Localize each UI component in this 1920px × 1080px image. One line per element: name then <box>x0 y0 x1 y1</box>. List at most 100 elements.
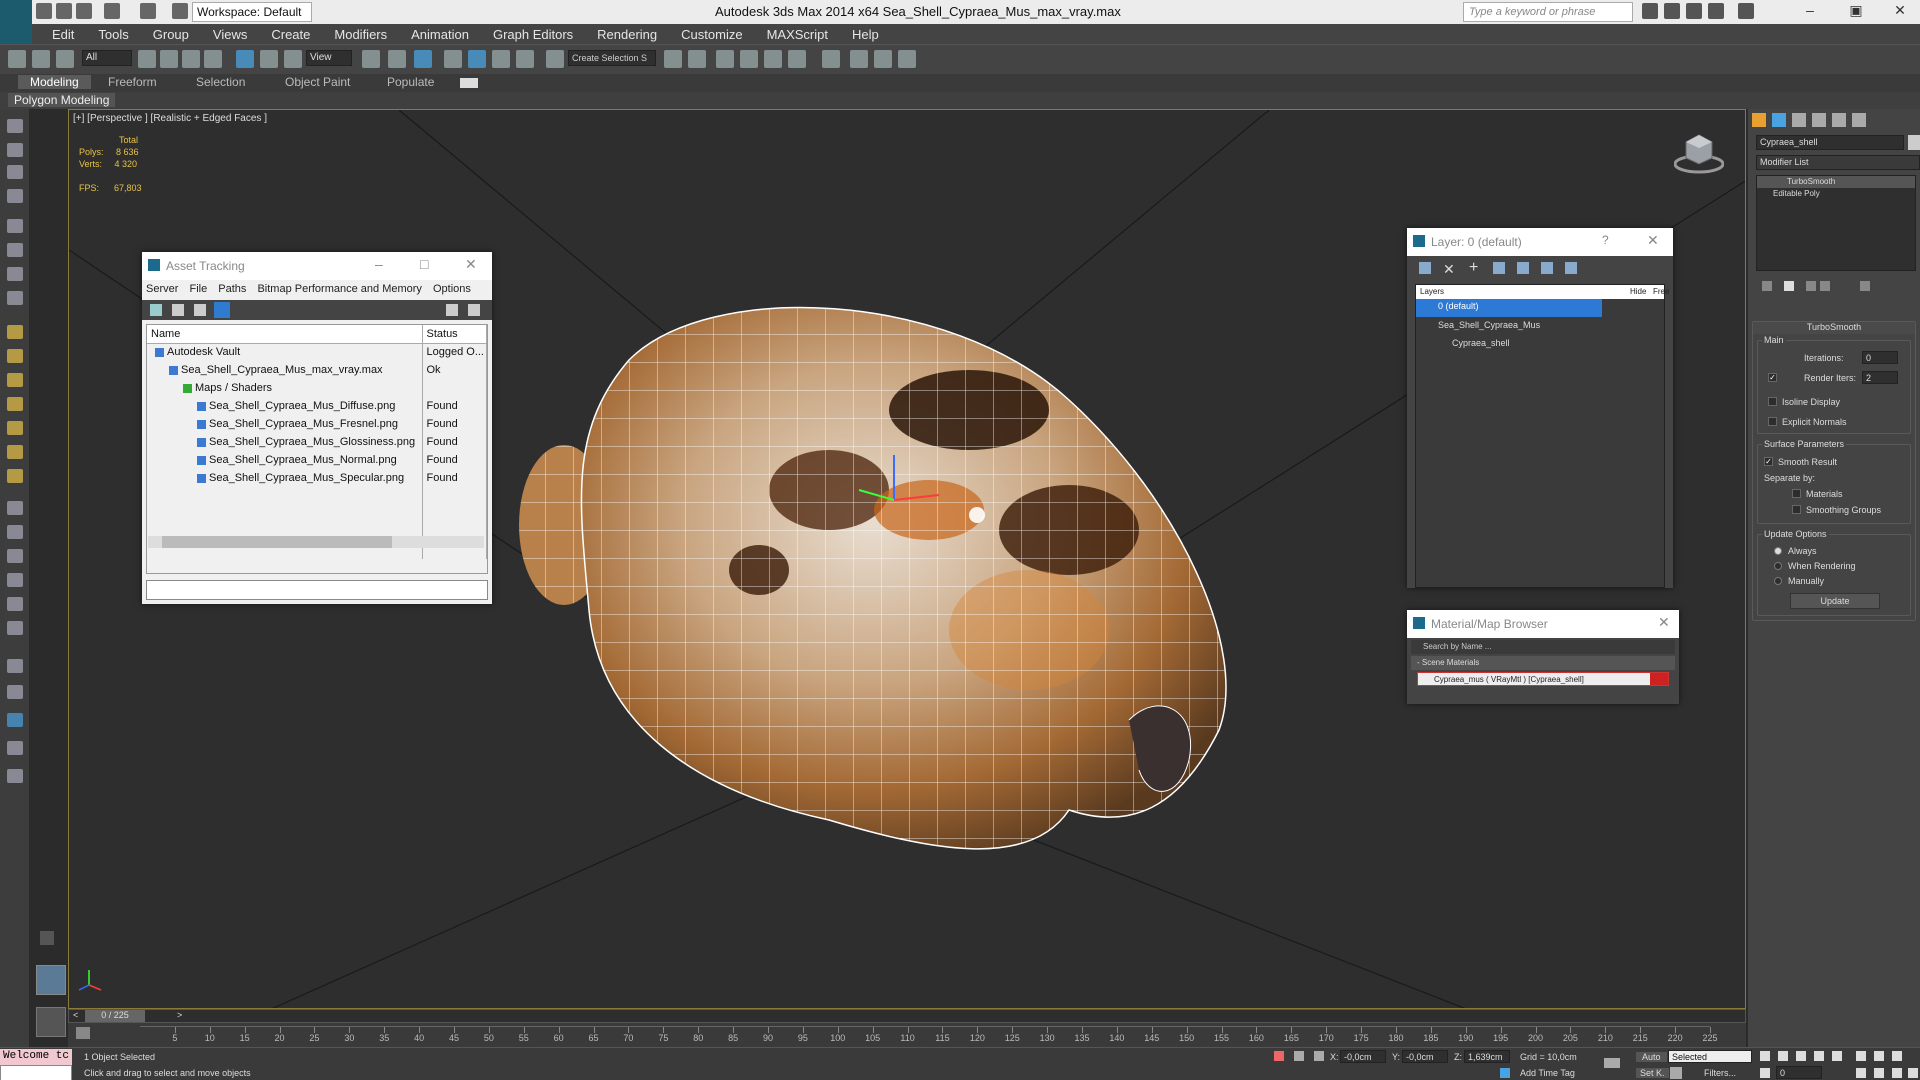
select-by-name-icon[interactable] <box>160 50 178 68</box>
hide-all-layers-icon[interactable] <box>1541 262 1553 274</box>
zoom-extents-icon[interactable] <box>1892 1051 1902 1061</box>
z-coordinate-field[interactable]: 1,639cm <box>1464 1050 1510 1063</box>
menu-customize[interactable]: Customize <box>669 24 754 44</box>
restore-button[interactable]: ▣ <box>1836 2 1876 22</box>
asset-name-cell[interactable]: Autodesk Vault <box>147 343 423 361</box>
info-tool-icon[interactable] <box>7 769 23 783</box>
viewport-layout-icon[interactable] <box>36 965 66 995</box>
settings-icon[interactable] <box>468 304 480 316</box>
table-row[interactable]: Sea_Shell_Cypraea_Mus_Normal.png Found <box>147 451 487 469</box>
menu-bitmap-performance[interactable]: Bitmap Performance and Memory <box>257 283 421 295</box>
tab-polygon-modeling[interactable]: Polygon Modeling <box>8 93 116 107</box>
camera-tool-icon[interactable] <box>7 243 23 257</box>
smoothing-groups-checkbox[interactable] <box>1792 505 1801 514</box>
reactor-tool-icon[interactable] <box>7 597 23 611</box>
modifier-list-dropdown[interactable]: Modifier List <box>1756 155 1920 170</box>
asset-name-cell[interactable]: Sea_Shell_Cypraea_Mus_Fresnel.png <box>147 415 423 433</box>
geosphere-primitive-icon[interactable] <box>7 445 23 459</box>
table-view-icon[interactable] <box>214 302 230 318</box>
asset-name-cell[interactable]: Sea_Shell_Cypraea_Mus_Glossiness.png <box>147 433 423 451</box>
table-row[interactable]: Maps / Shaders <box>147 379 487 397</box>
layer-window-titlebar[interactable]: Layer: 0 (default) ? ✕ <box>1407 228 1673 256</box>
named-selection-set-dropdown[interactable]: Create Selection S <box>568 50 656 66</box>
display-tab-icon[interactable] <box>1832 113 1846 127</box>
menu-file[interactable]: File <box>189 283 207 295</box>
hierarchy-tool-icon[interactable] <box>7 189 23 203</box>
play-icon[interactable] <box>1796 1051 1806 1061</box>
utilities-tab-icon[interactable] <box>1852 113 1866 127</box>
update-button[interactable]: Update <box>1790 593 1880 609</box>
menu-graph-editors[interactable]: Graph Editors <box>481 24 585 44</box>
isoline-display-checkbox[interactable] <box>1768 397 1777 406</box>
box-primitive-icon[interactable] <box>7 325 23 339</box>
minimize-button[interactable]: – <box>375 256 383 272</box>
list-view-icon[interactable] <box>172 304 184 316</box>
maxscript-output-field[interactable] <box>0 1065 72 1080</box>
material-search-input[interactable]: Search by Name ... <box>1411 640 1675 654</box>
ribbon-options-icon[interactable] <box>460 78 478 88</box>
rendered-frame-window-icon[interactable] <box>874 50 892 68</box>
menu-create[interactable]: Create <box>259 24 322 44</box>
rollout-title[interactable]: TurboSmooth <box>1753 322 1915 334</box>
close-button[interactable]: ✕ <box>1880 2 1920 22</box>
horizontal-scrollbar[interactable] <box>148 536 484 548</box>
pivot-center-icon[interactable] <box>362 50 380 68</box>
configure-sets-icon[interactable] <box>1860 281 1870 291</box>
project-folder-icon[interactable] <box>172 3 188 19</box>
stack-item-editable-poly[interactable]: Editable Poly <box>1757 188 1915 200</box>
orbit-icon[interactable] <box>1892 1068 1902 1078</box>
scene-materials-section[interactable]: - Scene Materials <box>1411 656 1675 670</box>
go-to-end-icon[interactable] <box>1832 1051 1842 1061</box>
tab-selection[interactable]: Selection <box>196 75 245 89</box>
manually-radio[interactable] <box>1774 577 1782 585</box>
particle-tool-icon[interactable] <box>7 549 23 563</box>
stack-item-turbosmooth[interactable]: TurboSmooth <box>1757 176 1915 188</box>
mirror-icon[interactable] <box>664 50 682 68</box>
close-button[interactable]: ✕ <box>465 256 477 273</box>
asset-name-cell[interactable]: Maps / Shaders <box>147 379 423 397</box>
layer-row[interactable]: 0 (default) <box>1416 299 1602 317</box>
menu-views[interactable]: Views <box>201 24 259 44</box>
frame-ruler[interactable]: 5 10 15 20 25 30 35 40 45 50 55 60 65 70 75 80 85 90 95 100… <box>140 1026 1718 1046</box>
scene-explorer-icon[interactable] <box>740 50 758 68</box>
when-rendering-radio[interactable] <box>1774 562 1782 570</box>
menu-server[interactable]: Server <box>146 283 178 295</box>
select-layer-objects-icon[interactable] <box>1493 262 1505 274</box>
refresh-icon[interactable] <box>150 304 162 316</box>
menu-paths[interactable]: Paths <box>218 283 246 295</box>
play-small-icon[interactable] <box>40 931 54 945</box>
close-button[interactable]: ✕ <box>1658 614 1670 631</box>
y-coordinate-field[interactable]: -0,0cm <box>1402 1050 1448 1063</box>
help-icon[interactable] <box>446 304 458 316</box>
remove-modifier-icon[interactable] <box>1820 281 1830 291</box>
absolute-mode-icon[interactable] <box>1314 1051 1324 1061</box>
column-layers[interactable]: Layers <box>1420 287 1444 296</box>
light-tool-icon[interactable] <box>7 267 23 281</box>
previous-frame-icon[interactable] <box>1778 1051 1788 1061</box>
set-key-button[interactable]: Set K. <box>1636 1068 1669 1078</box>
menu-tools[interactable]: Tools <box>86 24 140 44</box>
prev-frame-arrow-icon[interactable]: < <box>73 1010 78 1020</box>
render-iters-spinner[interactable]: 2 <box>1862 371 1898 384</box>
rectangular-selection-icon[interactable] <box>182 50 200 68</box>
tree-view-icon[interactable] <box>194 304 206 316</box>
undo-icon[interactable] <box>104 3 120 19</box>
viewcube-icon[interactable] <box>1673 130 1725 174</box>
app-logo-icon[interactable] <box>0 0 32 44</box>
auto-key-button[interactable]: Auto <box>1636 1052 1667 1062</box>
render-production-icon[interactable] <box>898 50 916 68</box>
always-radio[interactable] <box>1774 547 1782 555</box>
layer-row[interactable]: Cypraea_shell <box>1416 335 1664 353</box>
keyword-search-input[interactable]: Type a keyword or phrase <box>1463 2 1633 22</box>
redo-icon[interactable] <box>140 3 156 19</box>
layer-row[interactable]: Sea_Shell_Cypraea_Mus <box>1416 317 1664 335</box>
menu-options[interactable]: Options <box>433 283 471 295</box>
window-crossing-icon[interactable] <box>204 50 222 68</box>
pan-view-icon[interactable] <box>1874 1068 1884 1078</box>
modify-tab-icon[interactable] <box>1772 113 1786 127</box>
asset-name-cell[interactable]: Sea_Shell_Cypraea_Mus_Diffuse.png <box>147 397 423 415</box>
bind-space-warp-icon[interactable] <box>56 50 74 68</box>
communication-icon[interactable] <box>1686 3 1702 19</box>
spline-tool-icon[interactable] <box>7 501 23 515</box>
field-of-view-icon[interactable] <box>1856 1068 1866 1078</box>
